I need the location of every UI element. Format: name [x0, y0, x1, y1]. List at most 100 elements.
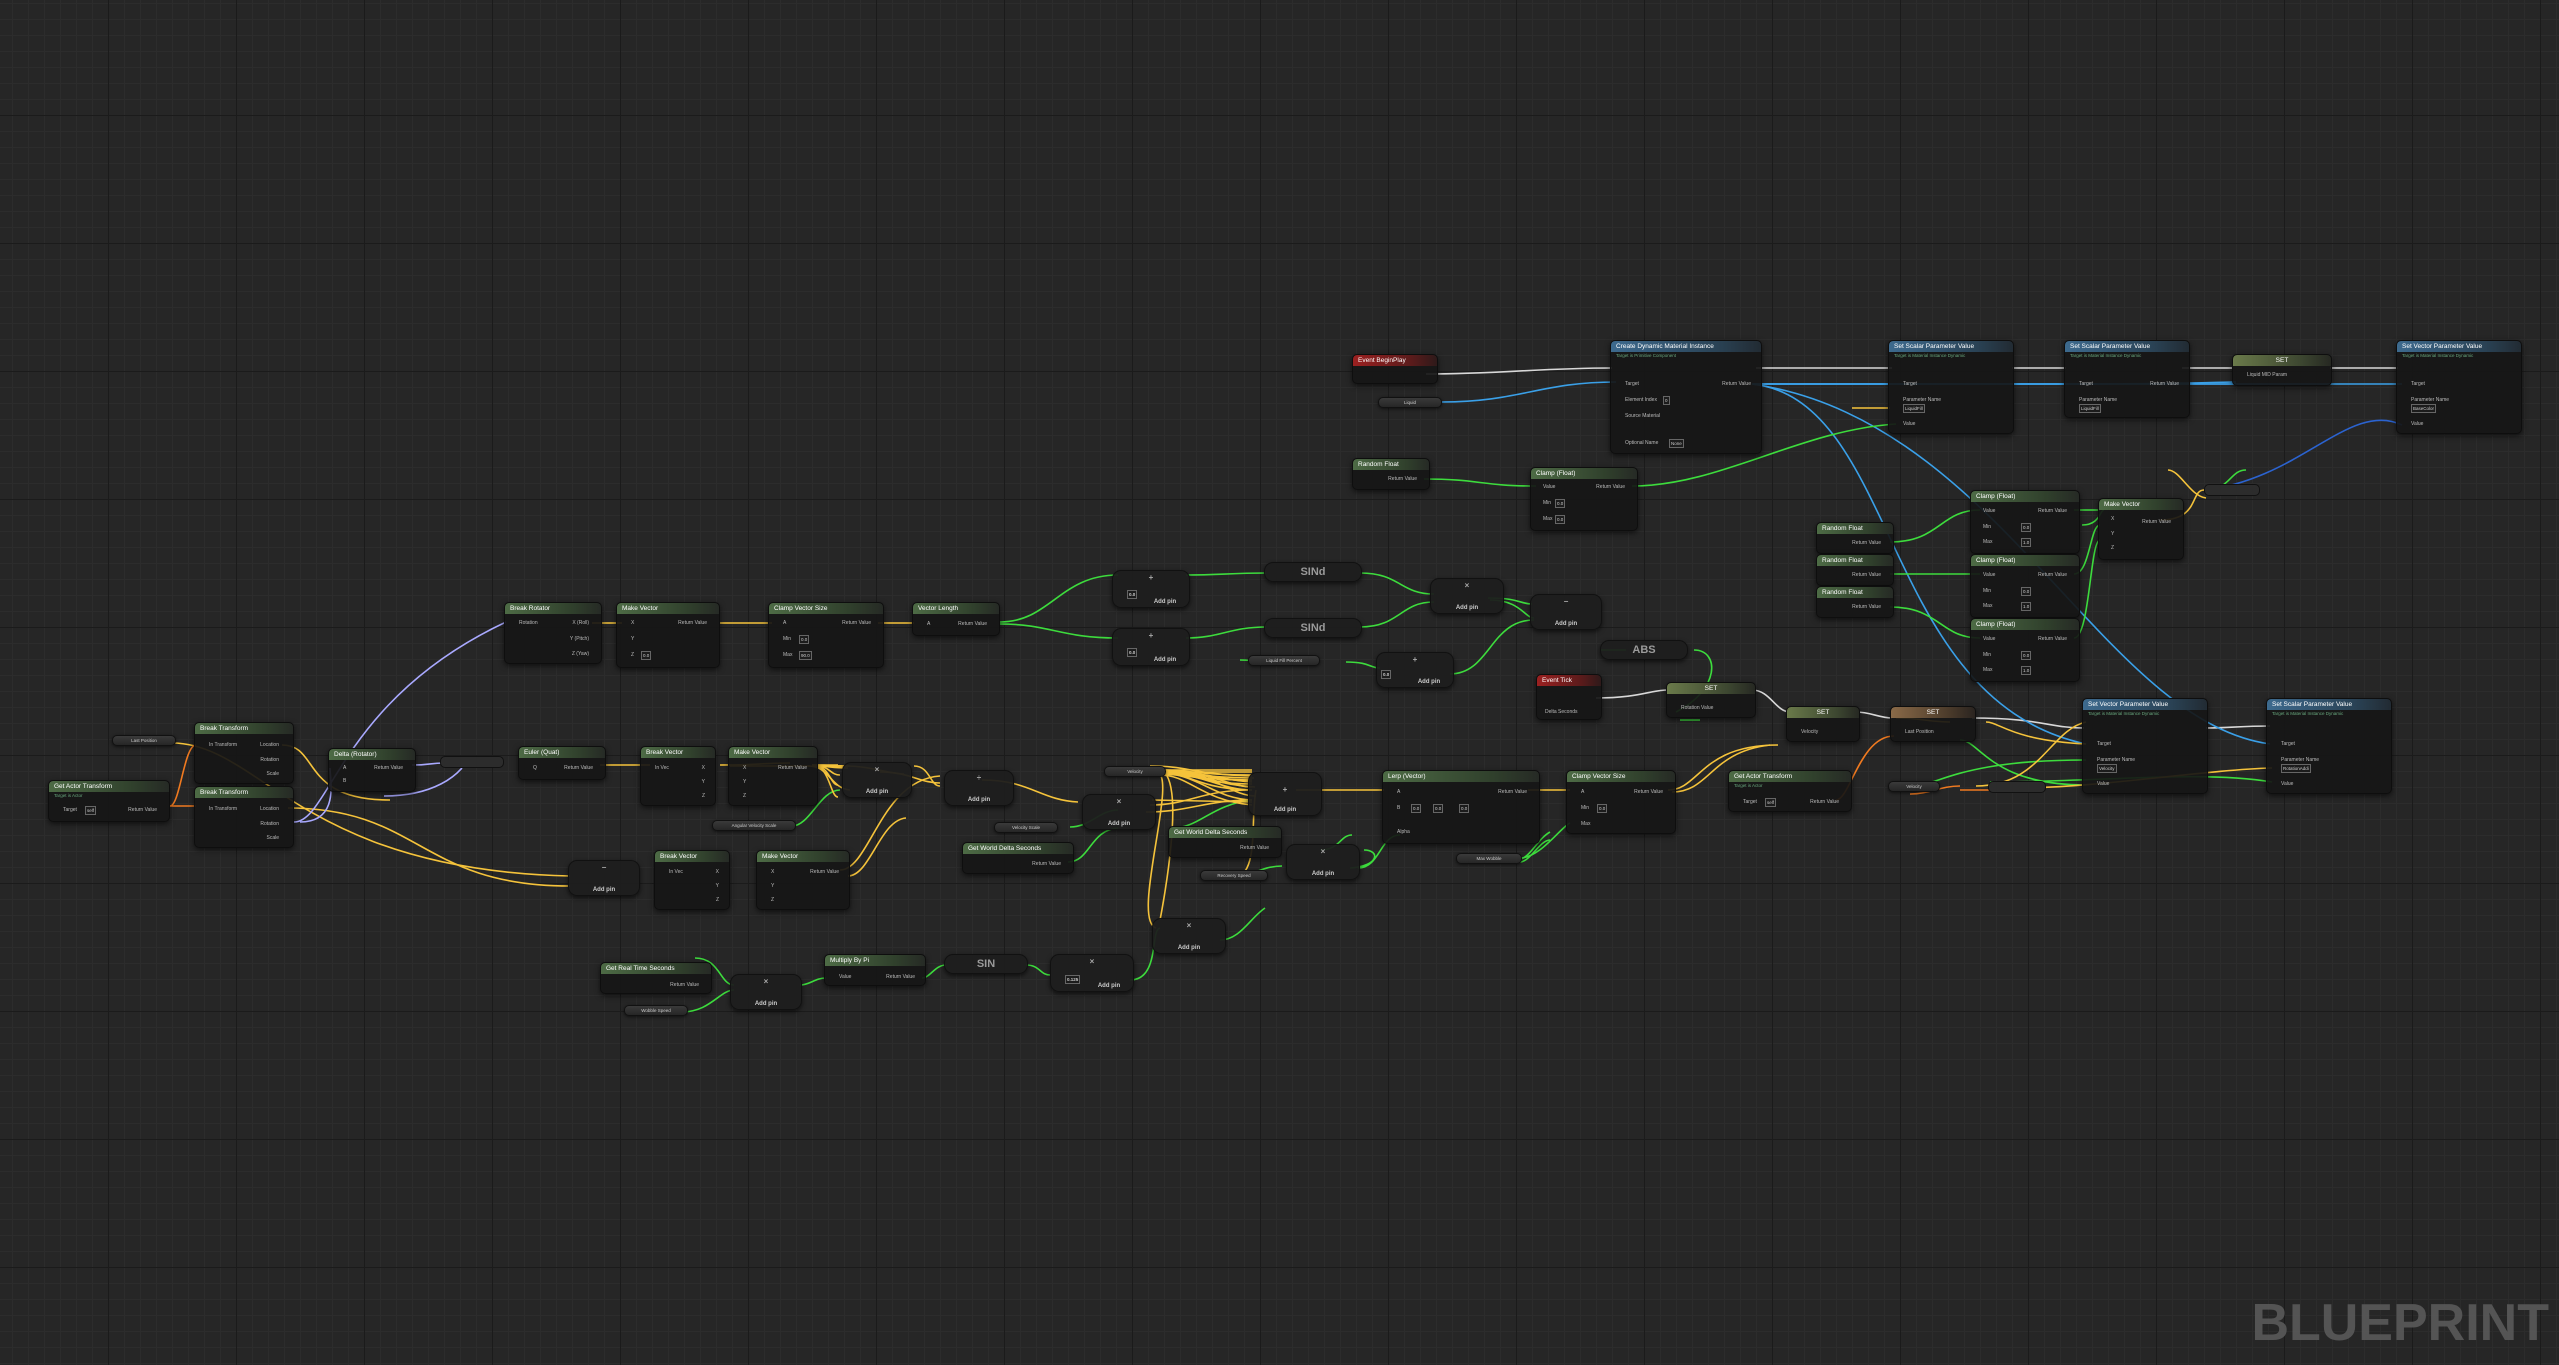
- min-field[interactable]: 0.0: [2021, 523, 2032, 532]
- multiply-time-node[interactable]: × Add pin: [730, 974, 802, 1010]
- target-field[interactable]: self: [1765, 798, 1777, 807]
- angular-velocity-scale-variable[interactable]: Angular Velocity Scale: [712, 820, 796, 831]
- lerp-vector-node[interactable]: Lerp (Vector) A Return Value B 0.0 0.0 0…: [1382, 770, 1540, 844]
- subtract-node-1[interactable]: − Add pin: [1530, 594, 1602, 630]
- add-node-2[interactable]: + 0.0 Add pin: [1112, 628, 1190, 666]
- min-field[interactable]: 0.0: [2021, 651, 2032, 660]
- velocity-scale-variable[interactable]: Velocity Scale: [994, 822, 1058, 833]
- wobble-speed-variable[interactable]: Wobble Speed: [624, 1005, 688, 1016]
- multiply-vector-node-3[interactable]: × Add pin: [1286, 844, 1360, 880]
- multiply-node-1[interactable]: × Add pin: [1430, 578, 1504, 614]
- parameter-name-field[interactable]: Velocity: [2097, 764, 2117, 773]
- max-field[interactable]: 1.0: [2021, 602, 2032, 611]
- vector-length-node[interactable]: Vector Length A Return Value: [912, 602, 1000, 636]
- make-vector-node-top[interactable]: Make Vector X Return Value Y Z: [2098, 498, 2184, 560]
- add-pin-button[interactable]: Add pin: [1287, 871, 1359, 877]
- clamp-float-node-4[interactable]: Clamp (Float) Value Return Value Min 0.0…: [1970, 618, 2080, 682]
- set-scalar-parameter-node-1[interactable]: Set Scalar Parameter Value Target is Mat…: [1888, 340, 2014, 434]
- blueprint-graph[interactable]: Event BeginPlay Liquid Create Dynamic Ma…: [0, 0, 2559, 1365]
- divide-vector-node-1[interactable]: ÷ Add pin: [944, 770, 1014, 806]
- random-float-node-4[interactable]: Random Float Return Value: [1816, 586, 1894, 618]
- event-beginplay-node[interactable]: Event BeginPlay: [1352, 354, 1438, 384]
- multiply-vector-node-4[interactable]: × Add pin: [1152, 918, 1226, 954]
- value-field[interactable]: 0.0: [1127, 590, 1138, 599]
- add-pin-button[interactable]: Add pin: [1153, 945, 1225, 951]
- break-transform-node-1[interactable]: Break Transform In Transform Location Ro…: [194, 722, 294, 784]
- b-z-field[interactable]: 0.0: [1459, 804, 1470, 813]
- subtract-vector-node-1[interactable]: − Add pin: [568, 860, 640, 896]
- break-rotator-node[interactable]: Break Rotator Rotation X (Roll) Y (Pitch…: [504, 602, 602, 664]
- add-pin-button[interactable]: Add pin: [1083, 821, 1155, 827]
- value-field[interactable]: 0.125: [1065, 975, 1081, 984]
- multiply-vector-node-1[interactable]: × Add pin: [842, 762, 912, 798]
- add-pin-button[interactable]: Add pin: [1405, 679, 1453, 685]
- add-pin-button[interactable]: Add pin: [1141, 599, 1189, 605]
- min-field[interactable]: 0.0: [1555, 499, 1566, 508]
- delta-rotator-node[interactable]: Delta (Rotator) A Return Value B: [328, 748, 416, 792]
- add-pin-button[interactable]: Add pin: [569, 887, 639, 893]
- add-pin-button[interactable]: Add pin: [1141, 657, 1189, 663]
- break-vector-node-2[interactable]: Break Vector In Vec X Y Z: [654, 850, 730, 910]
- euler-quat-node[interactable]: Euler (Quat) Q Return Value: [518, 746, 606, 780]
- multiply-sin-node[interactable]: × 0.125 Add pin: [1050, 954, 1134, 992]
- set-liquid-mid-node[interactable]: SET Liquid MID Param: [2232, 354, 2332, 386]
- target-field[interactable]: self: [85, 806, 97, 815]
- set-last-position-node[interactable]: SET Last Position: [1890, 706, 1976, 742]
- sin-node[interactable]: SIN: [944, 954, 1028, 974]
- velocity-variable-3[interactable]: Velocity: [1888, 781, 1940, 792]
- sind-node-2[interactable]: SINd: [1264, 618, 1362, 638]
- min-field[interactable]: 0.0: [1597, 804, 1608, 813]
- value-field[interactable]: 0.0: [1127, 648, 1138, 657]
- max-field[interactable]: 0.0: [1555, 515, 1566, 524]
- get-actor-transform-node-main[interactable]: Get Actor Transform Target is Actor Targ…: [48, 780, 170, 822]
- clamp-float-node-2[interactable]: Clamp (Float) Value Return Value Min 0.0…: [1970, 490, 2080, 554]
- clamp-float-node-3[interactable]: Clamp (Float) Value Return Value Min 0.0…: [1970, 554, 2080, 618]
- get-actor-transform-node-2[interactable]: Get Actor Transform Target is Actor Targ…: [1728, 770, 1852, 812]
- add-pin-button[interactable]: Add pin: [1431, 605, 1503, 611]
- make-vector-node-1[interactable]: Make Vector X Return Value Y Z 0.0: [616, 602, 720, 668]
- element-index-field[interactable]: 0: [1663, 396, 1670, 405]
- random-float-node-1[interactable]: Random Float Return Value: [1352, 458, 1430, 490]
- get-real-time-seconds-node[interactable]: Get Real Time Seconds Return Value: [600, 962, 712, 994]
- sind-node-1[interactable]: SINd: [1264, 562, 1362, 582]
- max-wobble-variable[interactable]: Max Wobble: [1456, 853, 1522, 864]
- add-pin-button[interactable]: Add pin: [945, 797, 1013, 803]
- max-field[interactable]: 90.0: [799, 651, 812, 660]
- random-float-node-2[interactable]: Random Float Return Value: [1816, 522, 1894, 554]
- set-scalar-parameter-node-2[interactable]: Set Scalar Parameter Value Target is Mat…: [2064, 340, 2190, 418]
- random-float-node-3[interactable]: Random Float Return Value: [1816, 554, 1894, 586]
- max-field[interactable]: 1.0: [2021, 666, 2032, 675]
- get-world-delta-seconds-node-1[interactable]: Get World Delta Seconds Return Value: [962, 842, 1074, 874]
- multiply-vector-node-2[interactable]: × Add pin: [1082, 794, 1156, 830]
- add-vector-node-1[interactable]: + Add pin: [1248, 772, 1322, 816]
- vector-multiply-node-2[interactable]: [1988, 781, 2046, 793]
- b-y-field[interactable]: 0.0: [1433, 804, 1444, 813]
- value-field[interactable]: 0.0: [1381, 670, 1392, 679]
- parameter-name-field[interactable]: RotationAddi: [2281, 764, 2311, 773]
- vector-multiply-node[interactable]: [2204, 484, 2260, 496]
- multiply-by-pi-node[interactable]: Multiply By Pi Value Return Value: [824, 954, 926, 986]
- add-node-1[interactable]: + 0.0 Add pin: [1112, 570, 1190, 608]
- liquid-fill-percent-variable[interactable]: Liquid Fill Percent: [1248, 655, 1320, 666]
- parameter-name-field[interactable]: BaseColor: [2411, 404, 2437, 413]
- recovery-speed-variable[interactable]: Recovery Speed: [1200, 870, 1268, 881]
- min-field[interactable]: 0.0: [799, 635, 810, 644]
- get-world-delta-seconds-node-2[interactable]: Get World Delta Seconds Return Value: [1168, 826, 1282, 858]
- set-vector-parameter-node-top[interactable]: Set Vector Parameter Value Target is Mat…: [2396, 340, 2522, 434]
- min-field[interactable]: 0.0: [2021, 587, 2032, 596]
- add-pin-button[interactable]: Add pin: [843, 789, 911, 795]
- set-scalar-parameter-node-3[interactable]: Set Scalar Parameter Value Target is Mat…: [2266, 698, 2392, 794]
- event-tick-node[interactable]: Event Tick Delta Seconds: [1536, 674, 1602, 720]
- abs-node[interactable]: ABS: [1600, 640, 1688, 660]
- parameter-name-field[interactable]: LiquidFill: [1903, 404, 1925, 413]
- optional-name-field[interactable]: None: [1669, 439, 1684, 448]
- set-vector-parameter-node-2[interactable]: Set Vector Parameter Value Target is Mat…: [2082, 698, 2208, 794]
- add-pin-button[interactable]: Add pin: [1531, 621, 1601, 627]
- last-position-variable[interactable]: Last Position: [112, 735, 176, 746]
- add-pin-button[interactable]: Add pin: [731, 1001, 801, 1007]
- create-dynamic-material-instance-node[interactable]: Create Dynamic Material Instance Target …: [1610, 340, 1762, 454]
- z-field[interactable]: 0.0: [641, 651, 652, 660]
- rotator-multiply-node[interactable]: [440, 756, 504, 768]
- max-field[interactable]: 1.0: [2021, 538, 2032, 547]
- make-vector-node-2[interactable]: Make Vector X Return Value Y Z: [728, 746, 818, 806]
